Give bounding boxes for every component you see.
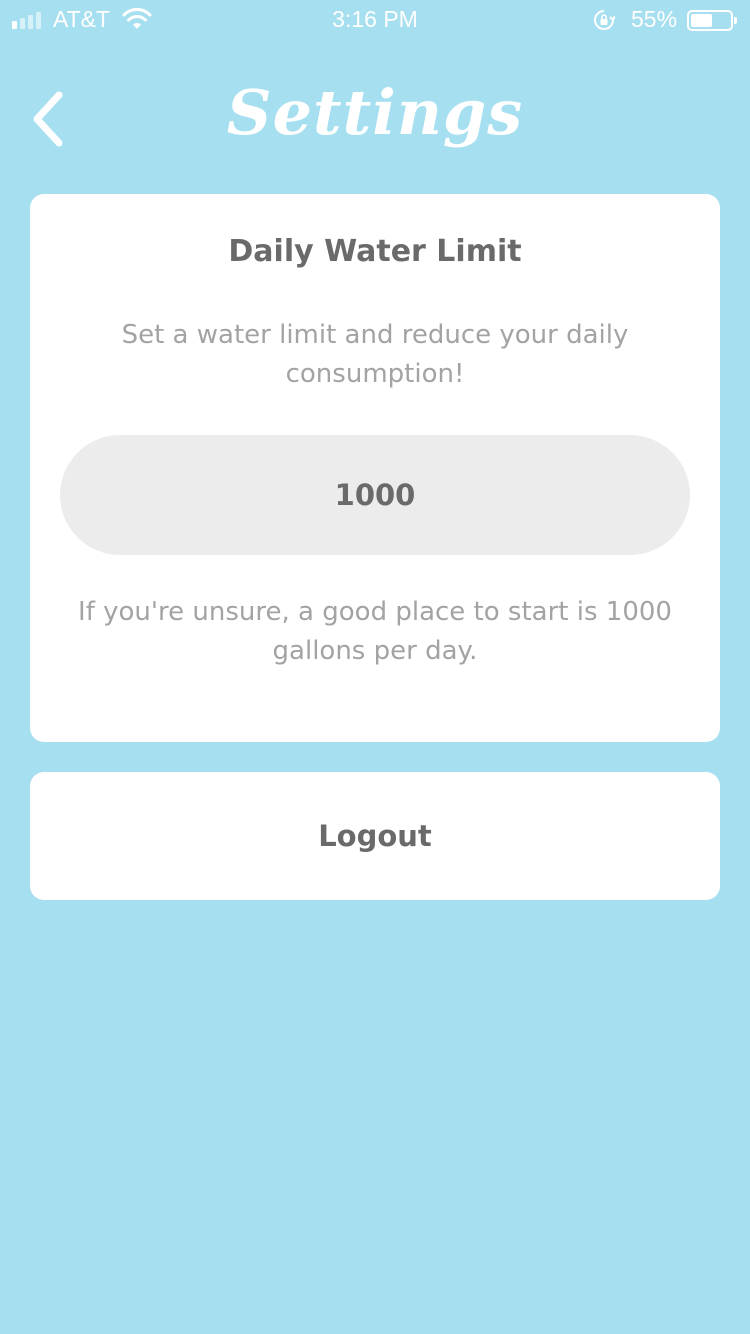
battery-icon [687,10,737,31]
battery-fill [691,14,712,27]
daily-limit-card: Daily Water Limit Set a water limit and … [30,194,720,742]
water-limit-input[interactable] [60,435,690,555]
status-bar: AT&T 3:16 PM 55% [0,0,750,40]
logout-label: Logout [318,819,432,853]
daily-limit-title: Daily Water Limit [228,234,522,269]
battery-percentage: 55% [631,6,678,32]
daily-limit-hint: If you're unsure, a good place to start … [78,597,672,666]
logout-button[interactable]: Logout [30,772,720,900]
daily-limit-description: Set a water limit and reduce your daily … [121,320,629,389]
page-title: Settings [226,76,524,149]
orientation-lock-icon [594,10,615,30]
